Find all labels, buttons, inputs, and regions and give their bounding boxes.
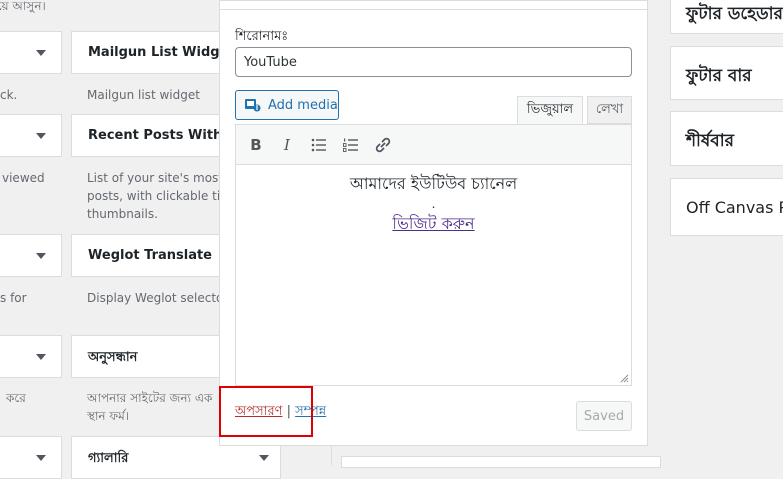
link-icon: [375, 137, 391, 153]
widget-desc: Mailgun list widget: [87, 88, 200, 102]
widget-item[interactable]: [0, 335, 62, 378]
visit-link[interactable]: ভিজিট করুন: [392, 214, 474, 233]
sidebar-footer-header[interactable]: ফুটার ডহেডার: [670, 0, 783, 34]
link-separator: |: [286, 404, 291, 419]
resize-handle-icon[interactable]: [619, 373, 629, 383]
numbered-list-icon: [343, 138, 358, 152]
insert-link-button[interactable]: [371, 133, 395, 157]
widget-desc-fragment: viewed: [2, 171, 45, 185]
widget-search[interactable]: অনুসন্ধান: [71, 335, 241, 378]
media-icon: [245, 99, 261, 112]
tab-visual[interactable]: ভিজুয়াল: [517, 96, 583, 124]
content-heading: আমাদের ইউটিউব চ্যানেল: [349, 174, 518, 193]
sidebar-title: ফুটার ডহেডার: [686, 4, 783, 24]
tab-visual-label: ভিজুয়াল: [526, 101, 574, 117]
widget-desc-fragment: ck.: [0, 88, 18, 102]
delete-link[interactable]: অপসারণ: [235, 404, 282, 419]
widget-title: Mailgun List Widget: [88, 45, 235, 60]
italic-button[interactable]: I: [275, 133, 299, 157]
widget-title: গ্যালারি: [88, 451, 129, 466]
widget-mailgun[interactable]: Mailgun List Widget: [71, 31, 241, 74]
sidebar-title: Off Canvas P: [686, 198, 783, 217]
widget-footer-links: অপসারণ | সম্পন্ন: [235, 402, 326, 423]
sidebar-header-bar[interactable]: শীর্ষবার: [670, 111, 783, 166]
editor-content[interactable]: আমাদের ইউটিউব চ্যানেল . ভিজিট করুন: [236, 166, 631, 236]
sidebar-box-bottom: [341, 456, 661, 468]
title-label: শিরোনামঃ: [235, 29, 289, 44]
widget-item[interactable]: [0, 436, 62, 479]
panel-top-border: [220, 9, 647, 10]
editor-toolbar: B I: [236, 125, 631, 165]
chevron-down-icon[interactable]: [36, 455, 46, 461]
bulleted-list-button[interactable]: [307, 133, 331, 157]
bold-icon: B: [250, 136, 262, 154]
widget-edit-panel: শিরোনামঃ Add media ভিজুয়াল লেখা B I: [219, 0, 648, 446]
widget-desc: আপনার সাইটের জন্য এক: [87, 391, 213, 405]
widget-recent-posts[interactable]: Recent Posts With Th...: [71, 114, 260, 157]
sidebar-off-canvas[interactable]: Off Canvas P: [670, 178, 783, 236]
numbered-list-button[interactable]: [339, 133, 363, 157]
title-input[interactable]: [235, 47, 632, 77]
widget-item[interactable]: [0, 234, 62, 277]
widget-desc-fragment: করে: [6, 391, 26, 405]
widget-desc-fragment: s for: [0, 291, 27, 305]
widget-title: অনুসন্ধান: [88, 350, 138, 365]
widget-desc: স্থান ফর্ম।: [87, 409, 130, 423]
chevron-down-icon[interactable]: [36, 253, 46, 259]
add-media-button[interactable]: Add media: [235, 90, 339, 120]
widget-weglot[interactable]: Weglot Translate: [71, 234, 241, 277]
sidebar-title: ফুটার বার: [686, 66, 752, 86]
chevron-down-icon[interactable]: [259, 455, 269, 461]
widget-desc: List of your site's most re: [87, 171, 239, 185]
bold-button[interactable]: B: [244, 133, 268, 157]
sidebar-title: শীর্ষবার: [686, 131, 735, 151]
widget-item[interactable]: [0, 114, 62, 157]
chevron-down-icon[interactable]: [36, 133, 46, 139]
content-dot: .: [431, 197, 436, 211]
widget-desc: thumbnails.: [87, 207, 158, 221]
tab-text[interactable]: লেখা: [587, 96, 632, 124]
add-media-label: Add media: [268, 97, 338, 113]
rich-text-editor[interactable]: B I আমাদের ইউটিউব চ্যানেল . ভিজিট করুন: [235, 124, 632, 386]
widget-desc: Display Weglot selector i: [87, 291, 236, 305]
widget-list: ছিয়ে আসুন। ck. viewed s for করে Mailgun…: [0, 0, 281, 479]
widget-item[interactable]: [0, 31, 62, 74]
widget-title: Weglot Translate: [88, 248, 213, 263]
chevron-down-icon[interactable]: [36, 354, 46, 360]
widget-desc-fragment: ছিয়ে আসুন।: [0, 0, 46, 13]
bulleted-list-icon: [311, 138, 326, 152]
done-link[interactable]: সম্পন্ন: [295, 404, 326, 419]
sidebar-footer-bar[interactable]: ফুটার বার: [670, 46, 783, 100]
widget-desc: posts, with clickable title: [87, 189, 236, 203]
saved-button[interactable]: Saved: [576, 401, 632, 431]
sidebar-gutter: [331, 446, 332, 465]
italic-icon: I: [284, 136, 290, 154]
chevron-down-icon[interactable]: [36, 50, 46, 56]
tab-text-label: লেখা: [595, 101, 624, 117]
